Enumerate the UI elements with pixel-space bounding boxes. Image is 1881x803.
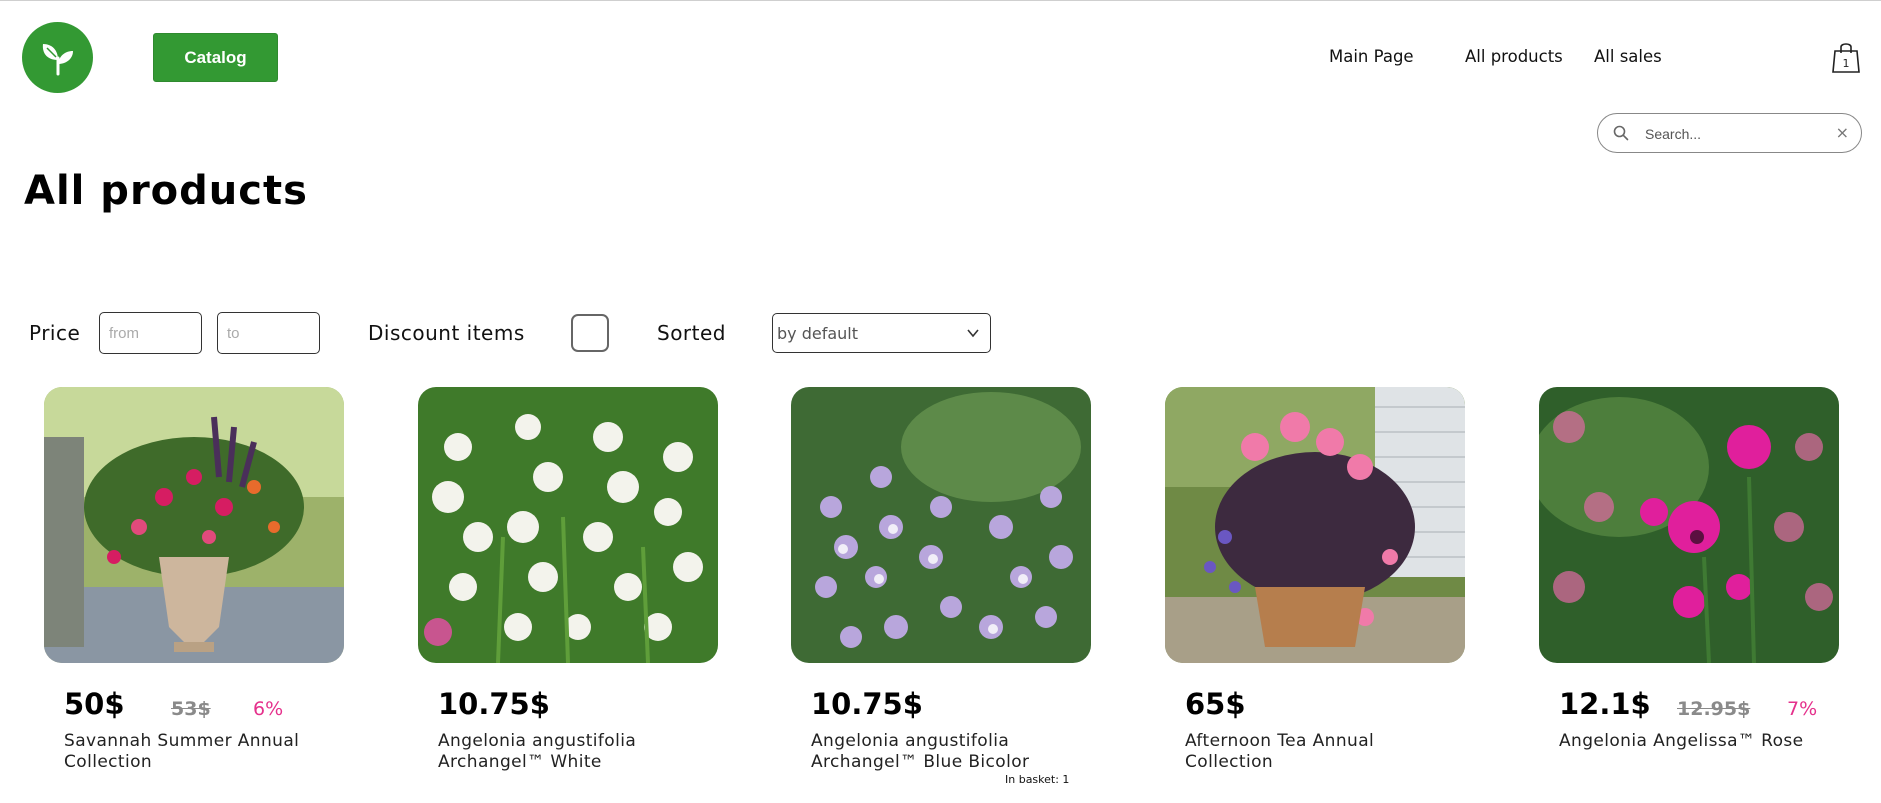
price-to-input[interactable]: [217, 312, 320, 354]
search-icon: [1613, 125, 1629, 141]
product-image[interactable]: [1539, 387, 1839, 663]
product-card[interactable]: 50$ 53$ 6% Savannah Summer Annual Collec…: [44, 387, 344, 803]
shopping-bag-icon: 1: [1832, 43, 1860, 73]
logo[interactable]: [22, 22, 93, 93]
nav-all-sales[interactable]: All sales: [1594, 47, 1662, 66]
product-card[interactable]: 10.75$ Angelonia angustifolia Archangel™…: [418, 387, 718, 803]
product-price: 10.75$: [811, 687, 923, 721]
sorted-label: Sorted: [657, 321, 726, 345]
page-title: All products: [24, 168, 308, 214]
product-name[interactable]: Afternoon Tea Annual Collection: [1185, 731, 1455, 773]
product-old-price: 53$: [171, 698, 211, 720]
in-basket-label: In basket: 1: [1005, 773, 1070, 786]
product-price: 10.75$: [438, 687, 550, 721]
product-image[interactable]: [418, 387, 718, 663]
chevron-down-icon: [967, 329, 979, 338]
product-card[interactable]: 65$ Afternoon Tea Annual Collection: [1165, 387, 1465, 803]
clear-search-icon[interactable]: ×: [1836, 123, 1849, 142]
product-image[interactable]: [44, 387, 344, 663]
basket-count: 1: [1843, 57, 1850, 70]
product-card[interactable]: 12.1$ 12.95$ 7% Angelonia Angelissa™ Ros…: [1539, 387, 1839, 803]
product-name[interactable]: Angelonia angustifolia Archangel™ White: [438, 731, 708, 773]
product-image[interactable]: [791, 387, 1091, 663]
product-name[interactable]: Angelonia angustifolia Archangel™ Blue B…: [811, 731, 1081, 773]
search-bar[interactable]: ×: [1597, 113, 1862, 153]
catalog-button[interactable]: Catalog: [153, 33, 278, 82]
product-old-price: 12.95$: [1677, 698, 1751, 720]
price-filter-label: Price: [29, 321, 81, 345]
product-price: 12.1$: [1559, 687, 1651, 721]
product-name[interactable]: Savannah Summer Annual Collection: [64, 731, 334, 773]
product-card[interactable]: 10.75$ Angelonia angustifolia Archangel™…: [791, 387, 1091, 803]
basket-button[interactable]: 1: [1832, 41, 1860, 73]
nav-main-page[interactable]: Main Page: [1329, 47, 1414, 66]
nav-all-products[interactable]: All products: [1465, 47, 1563, 66]
sprout-leaf-icon: [42, 43, 73, 75]
discount-checkbox[interactable]: [571, 314, 609, 352]
sort-select-value: by default: [777, 323, 859, 343]
product-name[interactable]: Angelonia Angelissa™ Rose: [1559, 731, 1829, 752]
product-image[interactable]: [1165, 387, 1465, 663]
discount-filter-label: Discount items: [368, 321, 525, 345]
product-price: 50$: [64, 687, 125, 721]
sort-select[interactable]: by default: [772, 313, 991, 353]
product-price: 65$: [1185, 687, 1246, 721]
product-discount: 6%: [253, 698, 284, 720]
search-input[interactable]: [1645, 123, 1825, 145]
price-from-input[interactable]: [99, 312, 202, 354]
product-discount: 7%: [1787, 698, 1818, 720]
